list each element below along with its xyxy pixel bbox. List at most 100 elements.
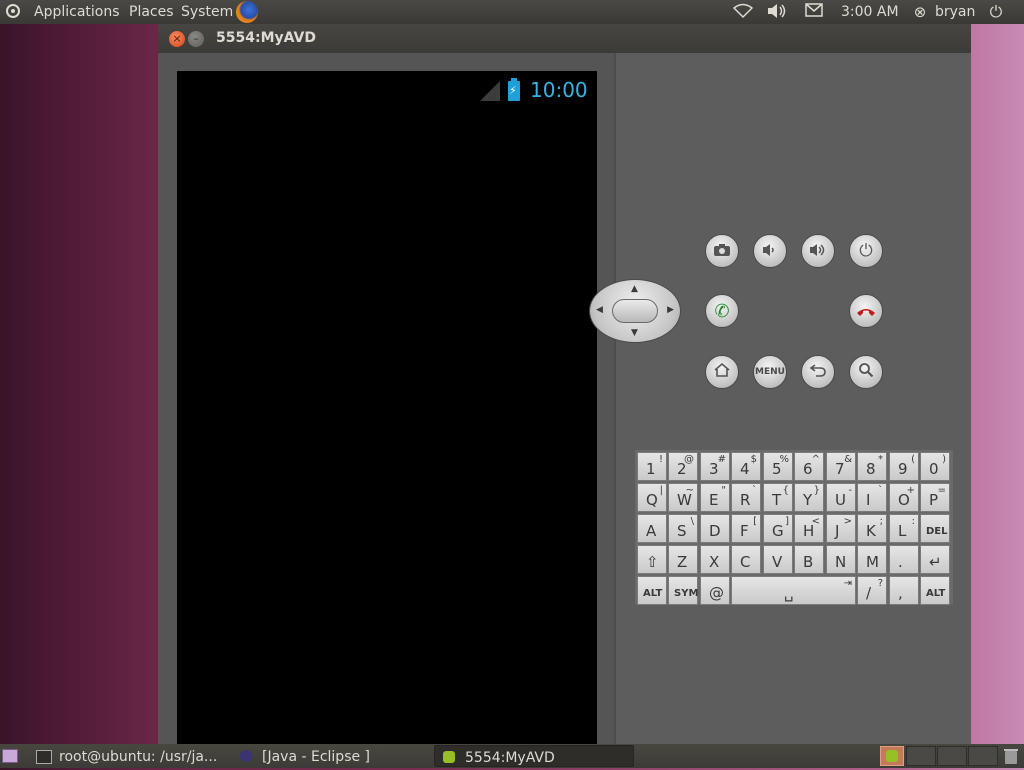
workspace-1[interactable]	[880, 746, 904, 766]
key-f[interactable]: F[	[731, 514, 761, 543]
task-eclipse-label: [Java - Eclipse ]	[262, 749, 371, 765]
user-status-icon[interactable]: ⊗	[911, 3, 929, 21]
key-p[interactable]: P =	[920, 483, 950, 512]
key-comma[interactable]: ,	[889, 576, 919, 605]
camera-button[interactable]	[705, 234, 739, 268]
enter-icon: ↵	[929, 553, 942, 571]
key-0[interactable]: 0)	[920, 452, 950, 481]
menu-system[interactable]: System	[181, 0, 233, 24]
key-at[interactable]: @	[700, 576, 730, 605]
dpad-up-icon[interactable]: ▲	[631, 284, 638, 294]
terminal-icon	[36, 750, 52, 764]
key-n[interactable]: N	[826, 545, 856, 574]
power-button[interactable]: ⏻	[849, 234, 883, 268]
key-period[interactable]: .	[889, 545, 919, 574]
key-y[interactable]: Y}	[794, 483, 824, 512]
key-alt-left[interactable]: ALT	[637, 576, 667, 605]
menu-places[interactable]: Places	[129, 0, 174, 24]
key-i[interactable]: I `	[857, 483, 887, 512]
key-g[interactable]: G]	[763, 514, 793, 543]
dpad-center-button[interactable]	[612, 299, 658, 323]
menu-button[interactable]: MENU	[753, 355, 787, 389]
key-7[interactable]: 7 &	[826, 452, 856, 481]
dpad-left-icon[interactable]: ◀	[596, 305, 603, 315]
hardware-keyboard: 1! 2 @ 3 # 4 $ 5% 6 ^ 7 & 8 * 9( 0) Q | W ~ E " R…	[635, 450, 953, 605]
volume-down-icon	[762, 242, 778, 261]
key-w[interactable]: W ~	[668, 483, 698, 512]
end-call-icon	[856, 302, 876, 321]
workspace-3[interactable]	[937, 746, 967, 766]
key-z[interactable]: Z	[668, 545, 698, 574]
key-o[interactable]: O +	[889, 483, 919, 512]
volume-down-button[interactable]	[753, 234, 787, 268]
ubuntu-logo-icon[interactable]	[6, 4, 20, 18]
phone-screen[interactable]: 10:00	[177, 71, 597, 746]
dpad-down-icon[interactable]: ▼	[631, 328, 638, 338]
key-5[interactable]: 5%	[763, 452, 793, 481]
key-q[interactable]: Q |	[637, 483, 667, 512]
show-desktop-icon[interactable]	[2, 749, 18, 763]
key-b[interactable]: B	[794, 545, 824, 574]
key-m[interactable]: M	[857, 545, 887, 574]
minimize-button[interactable]: –	[188, 31, 204, 47]
tab-icon: ⇥	[843, 578, 852, 589]
key-enter[interactable]: ↵	[920, 545, 950, 574]
workspace-4[interactable]	[968, 746, 998, 766]
search-button[interactable]	[849, 355, 883, 389]
dpad-right-icon[interactable]: ▶	[667, 305, 674, 315]
key-j[interactable]: J >	[826, 514, 856, 543]
android-icon	[886, 750, 898, 762]
volume-icon[interactable]	[766, 3, 788, 21]
key-4[interactable]: 4 $	[731, 452, 761, 481]
key-c[interactable]: C	[731, 545, 761, 574]
space-icon: ␣	[784, 584, 794, 602]
firefox-icon[interactable]	[236, 1, 258, 23]
key-e[interactable]: E "	[700, 483, 730, 512]
key-l[interactable]: L:	[889, 514, 919, 543]
key-d[interactable]: D	[700, 514, 730, 543]
key-v[interactable]: V	[763, 545, 793, 574]
key-del[interactable]: DEL	[920, 514, 950, 543]
key-alt-right[interactable]: ALT	[920, 576, 950, 605]
key-x[interactable]: X	[700, 545, 730, 574]
mail-icon[interactable]	[804, 3, 824, 21]
home-icon	[713, 362, 731, 382]
key-r[interactable]: R `	[731, 483, 761, 512]
key-u[interactable]: U-	[826, 483, 856, 512]
key-sym[interactable]: SYM	[668, 576, 698, 605]
key-1[interactable]: 1!	[637, 452, 667, 481]
emulator-window: × – 5554:MyAVD 10:00	[158, 24, 971, 746]
key-space[interactable]: ␣ ⇥	[731, 576, 856, 605]
key-6[interactable]: 6 ^	[794, 452, 824, 481]
key-2[interactable]: 2 @	[668, 452, 698, 481]
key-s[interactable]: S \	[668, 514, 698, 543]
power-icon[interactable]: ⏻	[987, 3, 1005, 21]
trash-icon[interactable]	[1003, 747, 1019, 765]
key-k[interactable]: K;	[857, 514, 887, 543]
android-icon	[443, 751, 455, 763]
task-eclipse[interactable]: [Java - Eclipse ]	[234, 745, 430, 767]
panel-clock[interactable]: 3:00 AM	[841, 0, 899, 24]
task-emulator[interactable]: 5554:MyAVD	[434, 745, 634, 767]
volume-up-button[interactable]	[801, 234, 835, 268]
window-titlebar[interactable]: × – 5554:MyAVD	[158, 24, 971, 53]
key-a[interactable]: A	[637, 514, 667, 543]
menu-applications[interactable]: Applications	[34, 0, 120, 24]
home-button[interactable]	[705, 355, 739, 389]
end-call-button[interactable]	[849, 294, 883, 328]
dpad[interactable]: ▲ ▼ ◀ ▶	[589, 279, 681, 343]
key-slash[interactable]: /?	[857, 576, 887, 605]
key-3[interactable]: 3 #	[700, 452, 730, 481]
key-h[interactable]: H <	[794, 514, 824, 543]
close-button[interactable]: ×	[169, 31, 185, 47]
user-name[interactable]: bryan	[935, 0, 975, 24]
back-button[interactable]	[801, 355, 835, 389]
key-9[interactable]: 9(	[889, 452, 919, 481]
wifi-icon[interactable]	[732, 3, 754, 21]
workspace-2[interactable]	[906, 746, 936, 766]
call-button[interactable]: ✆	[705, 294, 739, 328]
key-shift[interactable]: ⇧	[637, 545, 667, 574]
key-8[interactable]: 8 *	[857, 452, 887, 481]
task-terminal[interactable]: root@ubuntu: /usr/ja...	[30, 745, 226, 767]
key-t[interactable]: T{	[763, 483, 793, 512]
